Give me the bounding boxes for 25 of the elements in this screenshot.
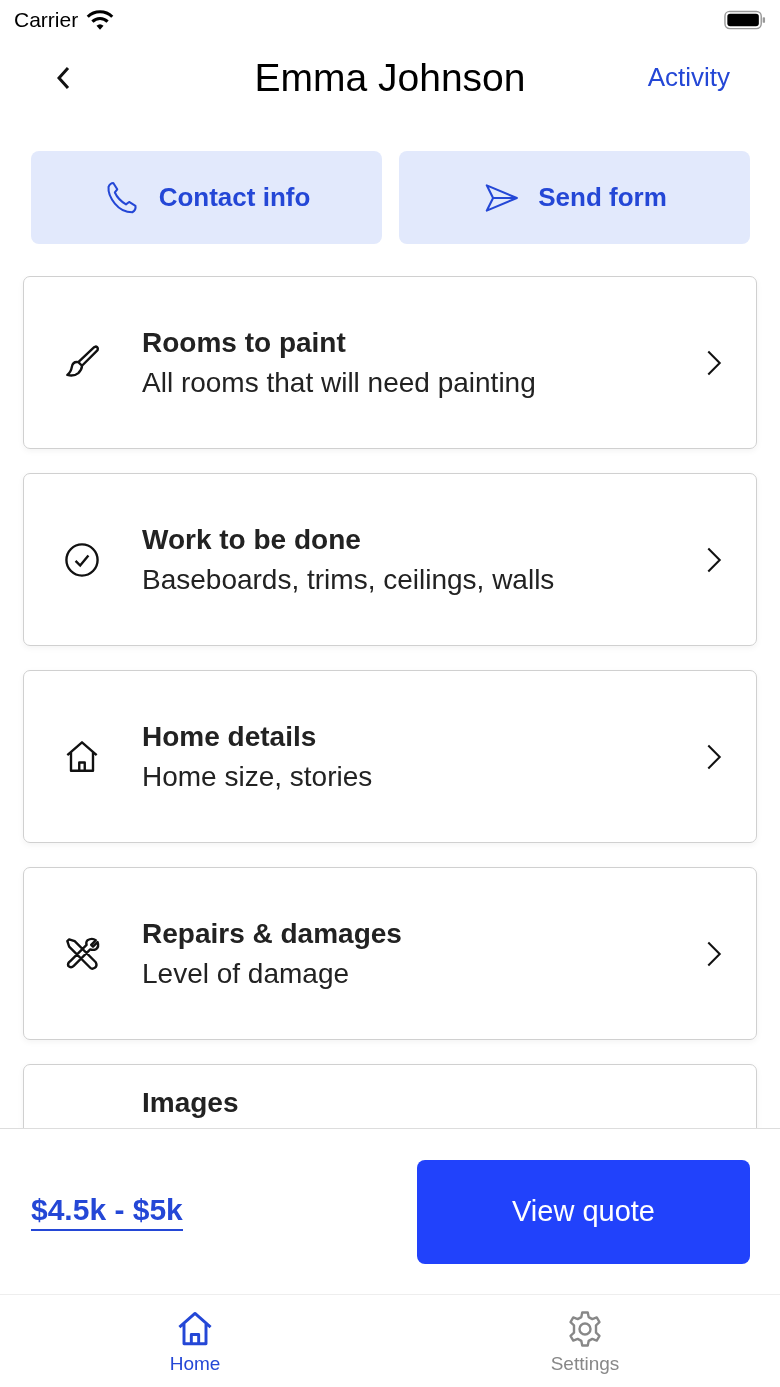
view-quote-button[interactable]: View quote <box>417 1159 750 1264</box>
carrier-name: Carrier <box>14 8 79 32</box>
back-icon <box>57 65 71 90</box>
card-subtitle: All rooms that will need painting <box>142 366 537 399</box>
card-title: Work to be done <box>142 523 362 556</box>
tab-item[interactable]: Settings <box>390 1295 780 1387</box>
battery-icon <box>724 10 766 30</box>
list-card[interactable]: Home details Home size, stories <box>23 670 757 843</box>
card-title: Images <box>142 1087 240 1119</box>
price-link[interactable]: $4.5k - $5k <box>31 1192 183 1231</box>
list-card[interactable]: Repairs & damages Level of damage <box>23 867 757 1040</box>
activity-link[interactable]: Activity <box>647 62 730 93</box>
card-subtitle: Home size, stories <box>142 760 374 793</box>
contact-button[interactable]: Contact info <box>31 151 382 244</box>
card-subtitle: Level of damage <box>142 957 351 990</box>
card-title: Home details <box>142 720 318 753</box>
list-card[interactable]: Rooms to paint All rooms that will need painting <box>23 276 757 449</box>
tab-item[interactable]: Home <box>0 1295 390 1387</box>
send-button[interactable]: Send form <box>399 151 750 244</box>
card-title: Rooms to paint <box>142 326 347 359</box>
list-card[interactable]: Work to be done Baseboards, trims, ceilings, walls <box>23 473 757 646</box>
card-title: Repairs & damages <box>142 917 403 950</box>
wifi-icon <box>86 9 115 31</box>
card-subtitle: Baseboards, trims, ceilings, walls <box>142 563 556 596</box>
screen-title: Emma Johnson <box>254 55 526 100</box>
